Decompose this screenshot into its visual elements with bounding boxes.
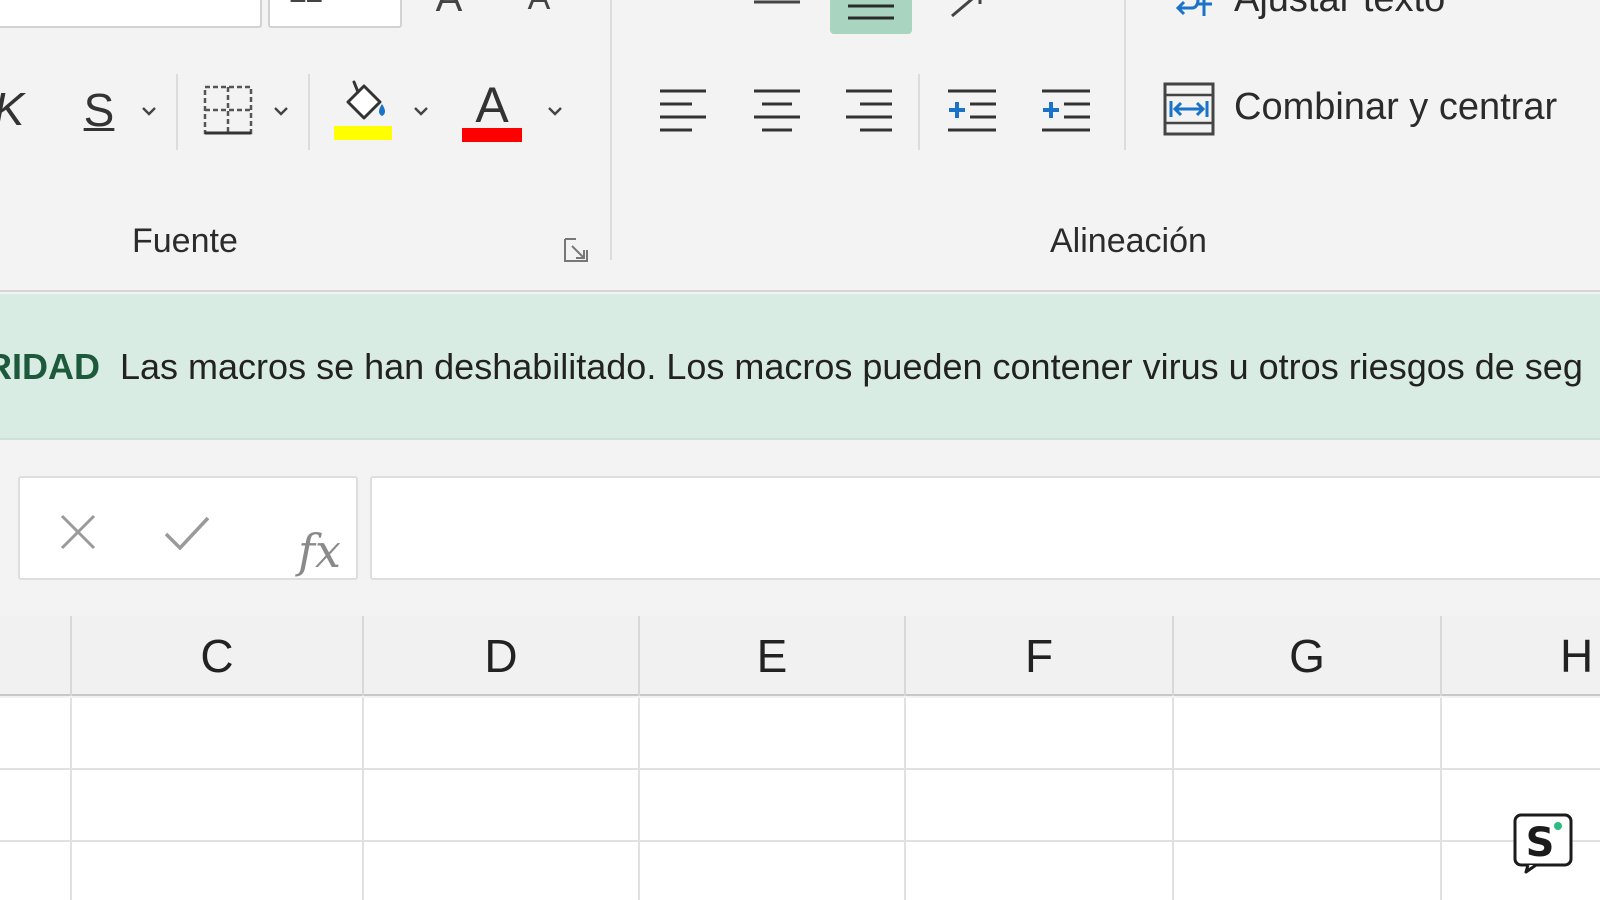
dialog-launcher-icon[interactable] [562,236,590,264]
align-middle-icon [848,4,894,20]
font-name-box[interactable] [0,0,262,28]
gridline [638,698,640,900]
column-header-h[interactable]: H [1440,616,1600,696]
align-center-button[interactable] [750,84,804,136]
column-header-e[interactable]: E [638,616,904,696]
orientation-icon[interactable] [948,0,992,20]
alignment-group-label: Alineación [1050,222,1207,260]
formula-bar-buttons: fx [18,476,358,580]
divider [308,74,310,150]
ribbon: 11 A A K S A Fuente [0,0,1600,292]
formula-input[interactable] [370,476,1600,580]
chevron-down-icon[interactable] [140,102,158,120]
align-middle-button[interactable] [830,0,912,34]
chevron-down-icon[interactable] [546,102,564,120]
font-color-swatch [462,128,522,142]
divider [176,74,178,150]
gridline [904,698,906,900]
chevron-down-icon[interactable] [272,102,290,120]
divider [918,74,920,150]
decrease-indent-icon [948,89,996,132]
italic-icon[interactable]: K [0,83,24,135]
watermark-letter: S [1526,820,1555,866]
column-header-c[interactable]: C [70,616,362,696]
wrap-text-icon[interactable] [1166,0,1218,20]
font-color-icon: A [475,77,509,133]
align-center-icon [754,89,800,132]
highlight-color-swatch [334,126,392,140]
column-header-g[interactable]: G [1172,616,1440,696]
gridline [0,768,1600,770]
enter-check-icon[interactable] [162,512,212,552]
message-bar-title: RIDAD [0,346,100,387]
fill-color-button[interactable] [334,78,394,144]
gridline [0,840,1600,842]
borders-button[interactable] [200,82,256,138]
decrease-indent-button[interactable] [944,84,1000,136]
font-size-box[interactable]: 11 [268,0,402,28]
message-bar-text: Las macros se han deshabilitado. Los mac… [120,346,1583,387]
font-color-button[interactable]: A [462,77,522,144]
align-left-icon [660,89,706,132]
column-headers: C D E F G H [0,616,1600,696]
divider [1124,0,1126,150]
decrease-font-size-icon[interactable]: A [514,0,564,18]
gridline [1440,698,1442,900]
increase-indent-icon [1042,89,1090,132]
align-left-button[interactable] [656,84,710,136]
wrap-text-label[interactable]: Ajustar texto [1234,0,1445,21]
gridline [70,698,72,900]
group-divider [610,0,612,260]
column-header-f[interactable]: F [904,616,1172,696]
increase-indent-button[interactable] [1038,84,1094,136]
font-group-label: Fuente [132,222,238,260]
align-top-icon[interactable] [752,0,802,10]
cancel-icon[interactable] [58,512,98,552]
align-right-icon [846,89,892,132]
watermark-logo-icon: S [1513,813,1573,874]
merge-center-button[interactable] [1162,80,1216,138]
column-header-d[interactable]: D [362,616,638,696]
strikethrough-button[interactable]: S [76,82,122,138]
align-right-button[interactable] [842,84,896,136]
security-message-bar: RIDAD Las macros se han deshabilitado. L… [0,294,1600,440]
strikethrough-icon: S [83,84,115,136]
borders-icon [203,85,253,135]
chevron-down-icon[interactable] [412,102,430,120]
gridline [362,698,364,900]
increase-font-size-icon[interactable]: A [424,0,474,20]
cell-grid[interactable] [0,698,1600,900]
insert-function-icon[interactable]: fx [298,524,341,578]
merge-center-label[interactable]: Combinar y centrar [1234,86,1557,129]
formula-bar: fx [0,440,1600,616]
merge-center-icon [1163,82,1215,136]
gridline [1172,698,1174,900]
